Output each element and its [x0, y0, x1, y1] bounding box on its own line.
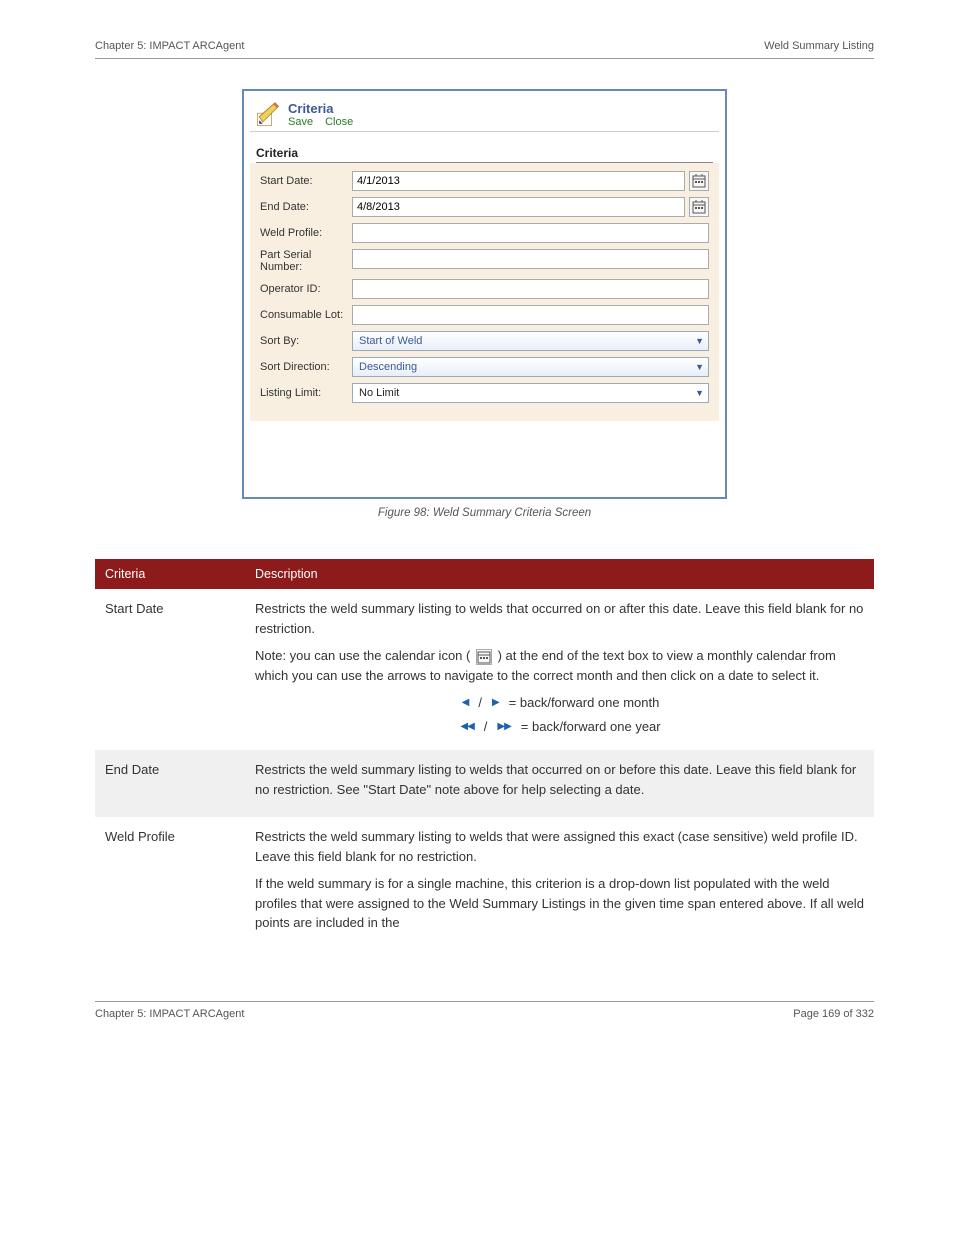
save-link[interactable]: Save [288, 116, 313, 128]
dialog-title: Criteria [288, 101, 353, 116]
sort-by-value: Start of Weld [359, 335, 422, 347]
label-end-date: End Date: [260, 201, 352, 213]
header-left: Chapter 5: IMPACT ARCAgent [95, 40, 244, 52]
table-row: Start Date Restricts the weld summary li… [95, 589, 874, 750]
label-listing-limit: Listing Limit: [260, 387, 352, 399]
label-start-date: Start Date: [260, 175, 352, 187]
form-area: Start Date: End Date: [250, 163, 719, 421]
nav-month-row: ◀ / ▶ = back/forward one month [255, 693, 864, 713]
listing-limit-value: No Limit [359, 387, 399, 399]
row-label: Weld Profile [95, 817, 245, 951]
header-rule [95, 58, 874, 59]
row-desc: Restricts the weld summary listing to we… [245, 589, 874, 750]
footer-right: Page 169 of 332 [793, 1008, 874, 1020]
section-header: Criteria [256, 146, 713, 163]
chevron-down-icon: ▼ [695, 362, 704, 372]
chevron-down-icon: ▼ [695, 388, 704, 398]
criteria-description-table: Criteria Description Start Date Restrict… [95, 559, 874, 951]
table-row: Weld Profile Restricts the weld summary … [95, 817, 874, 951]
end-date-input[interactable] [352, 197, 685, 217]
label-weld-profile: Weld Profile: [260, 227, 352, 239]
row-desc: Restricts the weld summary listing to we… [245, 750, 874, 817]
start-date-input[interactable] [352, 171, 685, 191]
operator-id-input[interactable] [352, 279, 709, 299]
arrow-right-icon: ▶ [490, 695, 501, 710]
row-label: End Date [95, 750, 245, 817]
figure-caption: Figure 98: Weld Summary Criteria Screen [242, 507, 727, 519]
calendar-icon-start[interactable] [689, 171, 709, 191]
sort-direction-value: Descending [359, 361, 417, 373]
row-label: Start Date [95, 589, 245, 750]
arrow-double-right-icon: ▶▶ [495, 719, 512, 734]
criteria-dialog: Criteria Save Close Criteria Start Date: [242, 89, 727, 499]
consumable-lot-input[interactable] [352, 305, 709, 325]
part-serial-input[interactable] [352, 249, 709, 269]
table-header-description: Description [245, 559, 874, 589]
page-header: Chapter 5: IMPACT ARCAgent Weld Summary … [95, 40, 874, 52]
label-consumable-lot: Consumable Lot: [260, 309, 352, 321]
sort-by-dropdown[interactable]: Start of Weld ▼ [352, 331, 709, 351]
header-right: Weld Summary Listing [764, 40, 874, 52]
arrow-double-left-icon: ◀◀ [458, 719, 475, 734]
page-footer: Chapter 5: IMPACT ARCAgent Page 169 of 3… [95, 1008, 874, 1020]
dialog-titlebar: Criteria Save Close [250, 97, 719, 132]
label-operator-id: Operator ID: [260, 283, 352, 295]
arrow-left-icon: ◀ [460, 695, 471, 710]
calendar-icon [476, 649, 492, 665]
row-desc: Restricts the weld summary listing to we… [245, 817, 874, 951]
label-sort-by: Sort By: [260, 335, 352, 347]
nav-year-row: ◀◀ / ▶▶ = back/forward one year [255, 717, 864, 737]
calendar-icon-end[interactable] [689, 197, 709, 217]
table-row: End Date Restricts the weld summary list… [95, 750, 874, 817]
table-header-criteria: Criteria [95, 559, 245, 589]
close-link[interactable]: Close [325, 116, 353, 128]
criteria-icon [254, 101, 282, 129]
chevron-down-icon: ▼ [695, 336, 704, 346]
footer-rule [95, 1001, 874, 1002]
label-sort-direction: Sort Direction: [260, 361, 352, 373]
label-part-serial: Part Serial Number: [260, 249, 352, 273]
listing-limit-dropdown[interactable]: No Limit ▼ [352, 383, 709, 403]
footer-left: Chapter 5: IMPACT ARCAgent [95, 1008, 244, 1020]
sort-direction-dropdown[interactable]: Descending ▼ [352, 357, 709, 377]
weld-profile-input[interactable] [352, 223, 709, 243]
